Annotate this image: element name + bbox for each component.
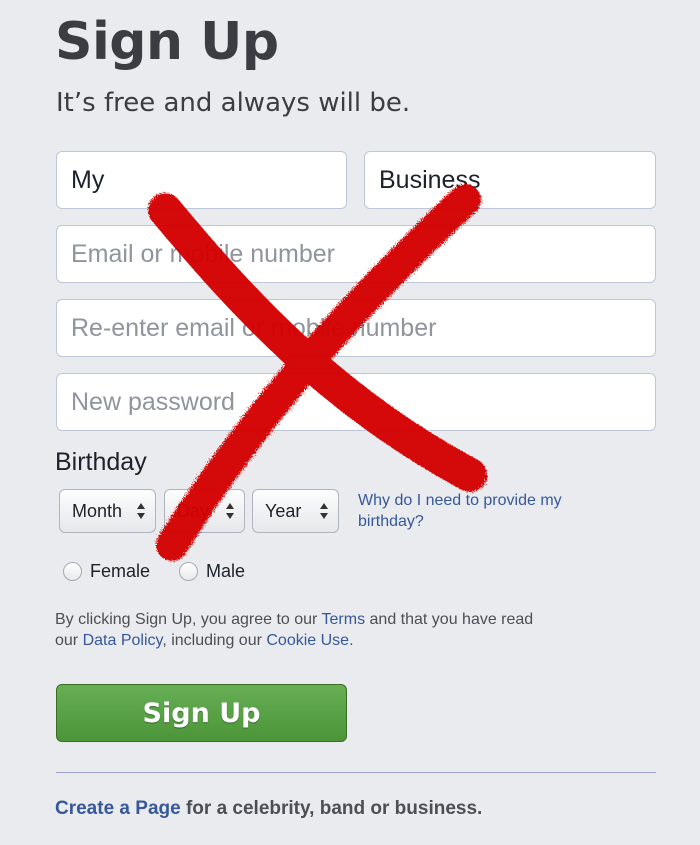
year-select-value: Year bbox=[265, 500, 302, 521]
password-input[interactable] bbox=[56, 373, 656, 431]
day-select[interactable]: Day bbox=[164, 489, 245, 533]
last-name-input[interactable] bbox=[364, 151, 656, 209]
male-label: Male bbox=[206, 561, 246, 581]
month-select-value: Month bbox=[72, 500, 123, 521]
sign-up-button[interactable]: Sign Up bbox=[56, 684, 347, 742]
birthday-label: Birthday bbox=[55, 448, 147, 476]
female-label: Female bbox=[90, 561, 151, 581]
terms-link[interactable]: Terms bbox=[322, 611, 366, 628]
legal-notice: By clicking Sign Up, you agree to our Te… bbox=[55, 609, 535, 651]
gender-female-option[interactable]: Female bbox=[63, 561, 150, 582]
divider bbox=[56, 772, 656, 773]
up-down-arrows-icon bbox=[320, 503, 328, 519]
up-down-arrows-icon bbox=[137, 503, 145, 519]
female-radio[interactable] bbox=[63, 562, 82, 581]
gender-male-option[interactable]: Male bbox=[179, 561, 245, 582]
reenter-email-input[interactable] bbox=[56, 299, 656, 357]
legal-text-3: , including our bbox=[162, 632, 267, 649]
page-subtitle: It’s free and always will be. bbox=[56, 88, 411, 118]
why-birthday-link[interactable]: Why do I need to provide my birthday? bbox=[358, 490, 598, 532]
year-select[interactable]: Year bbox=[252, 489, 339, 533]
page-title: Sign Up bbox=[55, 12, 279, 72]
male-radio[interactable] bbox=[179, 562, 198, 581]
create-page-link[interactable]: Create a Page bbox=[55, 798, 181, 819]
create-page-line: Create a Page for a celebrity, band or b… bbox=[55, 798, 482, 820]
create-page-text: for a celebrity, band or business. bbox=[180, 798, 483, 819]
first-name-input[interactable] bbox=[56, 151, 347, 209]
legal-text-4: . bbox=[349, 632, 354, 649]
cookie-use-link[interactable]: Cookie Use bbox=[266, 632, 349, 649]
email-input[interactable] bbox=[56, 225, 656, 283]
data-policy-link[interactable]: Data Policy bbox=[83, 632, 163, 649]
month-select[interactable]: Month bbox=[59, 489, 156, 533]
legal-text-1: By clicking Sign Up, you agree to our bbox=[55, 611, 322, 628]
up-down-arrows-icon bbox=[226, 503, 234, 519]
day-select-value: Day bbox=[177, 500, 210, 521]
